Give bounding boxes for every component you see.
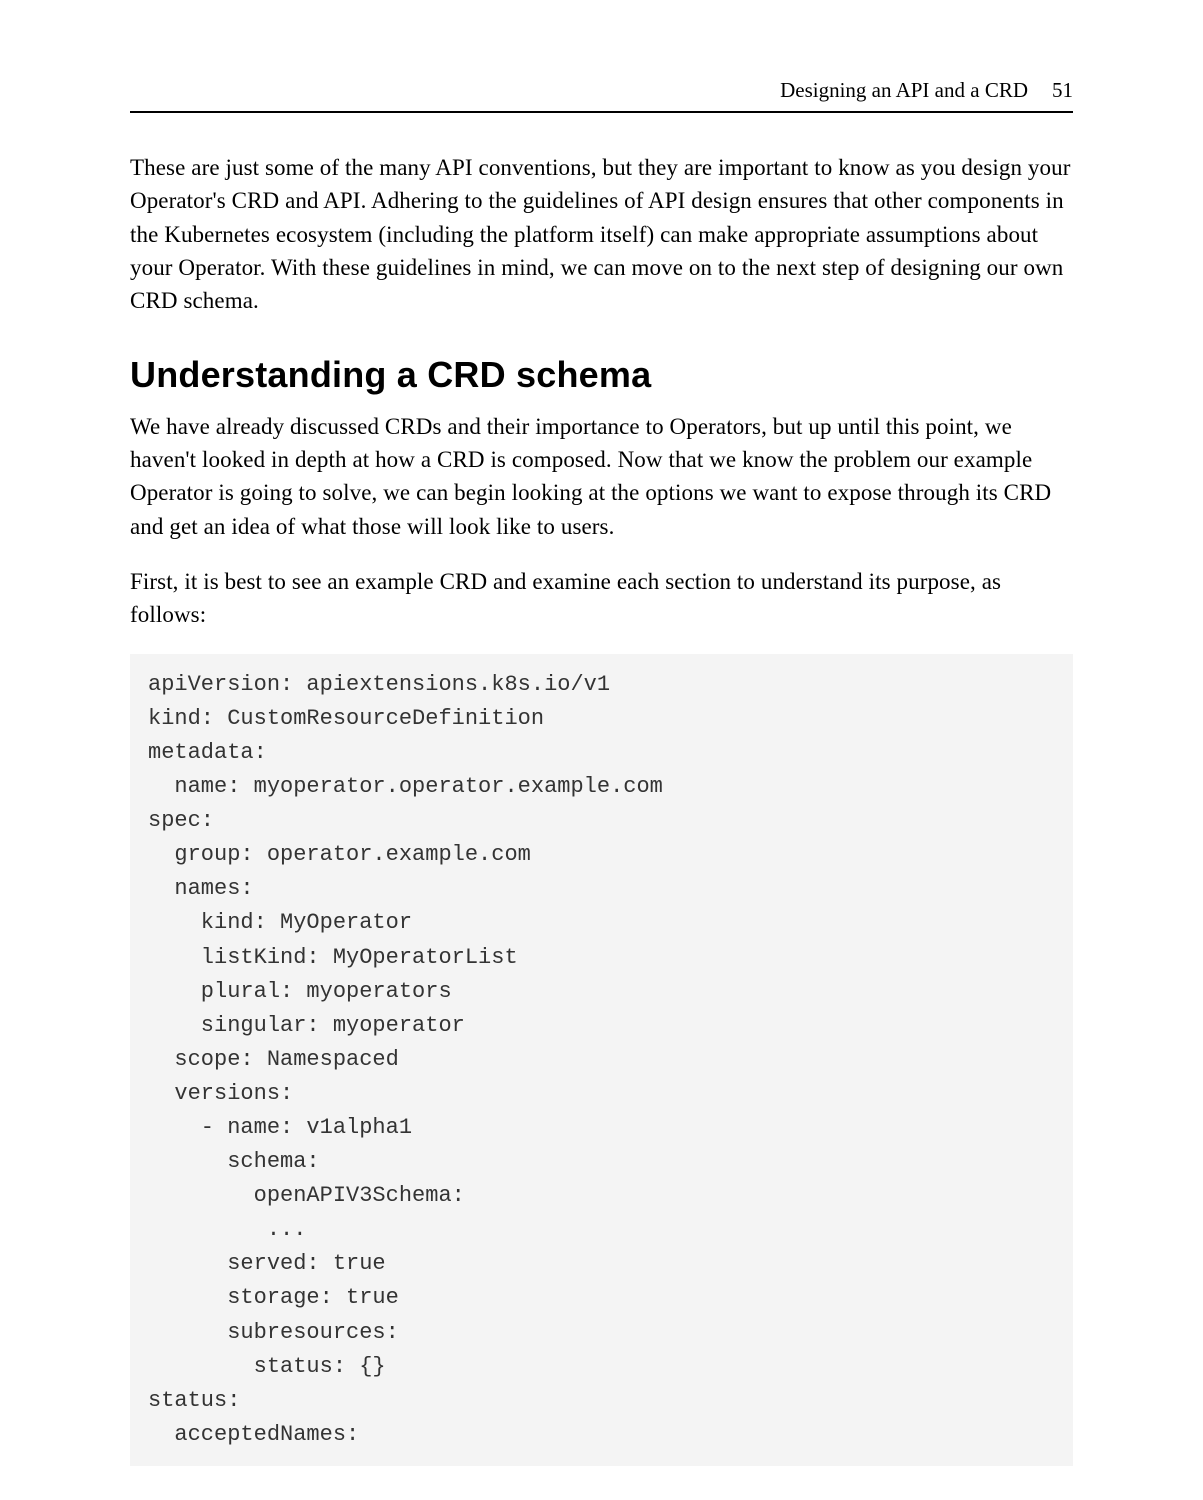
body-paragraph-1: We have already discussed CRDs and their… bbox=[130, 410, 1073, 543]
body-paragraph-2: First, it is best to see an example CRD … bbox=[130, 565, 1073, 632]
section-heading: Understanding a CRD schema bbox=[130, 354, 1073, 396]
running-header: Designing an API and a CRD 51 bbox=[130, 78, 1073, 113]
page-number: 51 bbox=[1052, 78, 1073, 103]
crd-example-code: apiVersion: apiextensions.k8s.io/v1 kind… bbox=[130, 654, 1073, 1466]
intro-paragraph: These are just some of the many API conv… bbox=[130, 151, 1073, 318]
page: Designing an API and a CRD 51 These are … bbox=[0, 0, 1203, 1500]
running-header-title: Designing an API and a CRD bbox=[780, 78, 1028, 103]
